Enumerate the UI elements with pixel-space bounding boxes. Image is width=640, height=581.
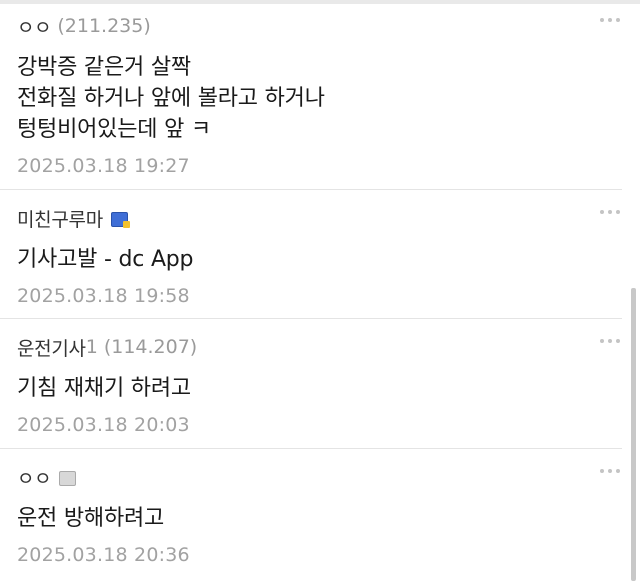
comment-text-line: 운전 방해하려고 <box>17 506 165 531</box>
more-options-icon[interactable] <box>600 469 620 473</box>
comment-divider <box>0 318 622 319</box>
comment-date: 2025.03.18 20:36 <box>17 544 190 566</box>
comment-divider <box>0 189 622 190</box>
comment-item: ㅇㅇ 운전 방해하려고 2025.03.18 20:36 <box>0 463 620 566</box>
comment-body: 기사고발 - dc App <box>17 244 620 275</box>
more-options-icon[interactable] <box>600 339 620 343</box>
more-options-icon[interactable] <box>600 210 620 214</box>
comment-header: 운전기사 1 (114.207) <box>17 333 620 361</box>
comment-text-line: 텅텅비어있는데 앞 ㅋ <box>17 117 211 142</box>
commenter-nickname-suffix: 1 <box>85 336 98 358</box>
comment-body: 운전 방해하려고 <box>17 503 620 534</box>
comment-text-line: 전화질 하거나 앞에 볼라고 하거나 <box>17 86 325 111</box>
comment-header: ㅇㅇ (211.235) <box>17 12 620 40</box>
comment-header: 미친구루마 <box>17 204 620 232</box>
comment-date: 2025.03.18 19:58 <box>17 285 190 307</box>
top-border <box>0 0 640 4</box>
commenter-nickname[interactable]: 미친구루마 <box>17 205 103 232</box>
commenter-ip: (114.207) <box>103 336 198 358</box>
comment-item: 운전기사 1 (114.207) 기침 재채기 하려고 2025.03.18 2… <box>0 333 620 436</box>
commenter-nickname[interactable]: ㅇㅇ <box>17 13 52 40</box>
comment-body: 강박증 같은거 살짝 전화질 하거나 앞에 볼라고 하거나 텅텅비어있는데 앞 … <box>17 52 620 145</box>
comment-header: ㅇㅇ <box>17 463 620 491</box>
commenter-nickname[interactable]: 운전기사 <box>17 334 86 361</box>
more-options-icon[interactable] <box>600 18 620 22</box>
comment-text-line: 기침 재채기 하려고 <box>17 376 191 401</box>
comment-item: ㅇㅇ (211.235) 강박증 같은거 살짝 전화질 하거나 앞에 볼라고 하… <box>0 12 620 177</box>
commenter-nickname[interactable]: ㅇㅇ <box>17 464 52 491</box>
comment-date: 2025.03.18 19:27 <box>17 155 190 177</box>
fixed-nick-badge-icon <box>110 211 130 228</box>
comment-divider <box>0 448 622 449</box>
comment-body: 기침 재채기 하려고 <box>17 373 620 404</box>
scrollbar[interactable] <box>631 288 636 581</box>
comment-text-line: 강박증 같은거 살짝 <box>17 55 191 80</box>
comment-date: 2025.03.18 20:03 <box>17 414 190 436</box>
comment-text-line: 기사고발 - dc App <box>17 247 194 272</box>
commenter-ip: (211.235) <box>57 15 151 37</box>
half-fixed-nick-badge-icon <box>59 470 77 486</box>
comment-item: 미친구루마 기사고발 - dc App 2025.03.18 19:58 <box>0 204 620 307</box>
